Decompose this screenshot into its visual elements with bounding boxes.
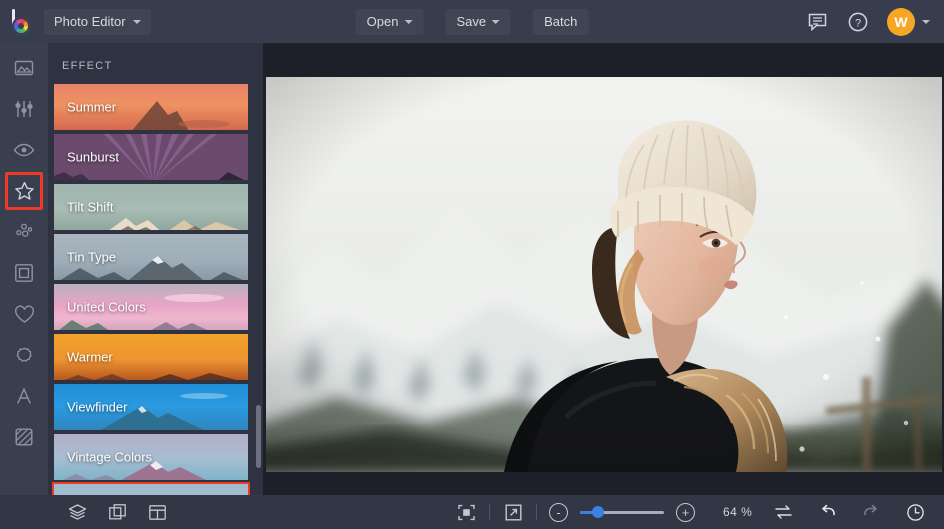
save-button[interactable]: Save	[445, 9, 511, 35]
sidebar-item-touchup[interactable]	[5, 131, 43, 169]
zoom-level-label: 64 %	[723, 505, 752, 519]
effect-label: Tilt Shift	[67, 200, 113, 215]
zoom-slider[interactable]	[580, 511, 664, 514]
open-button-label: Open	[367, 14, 399, 29]
save-button-label: Save	[456, 14, 486, 29]
crop-icon[interactable]	[106, 501, 128, 523]
header-right-cluster: ? W	[805, 8, 944, 36]
app-body: EFFECT Summer	[0, 43, 944, 495]
effect-label: Vintage Colors	[67, 450, 152, 465]
effect-label: Warmer	[67, 350, 113, 365]
panel-title: EFFECT	[48, 43, 263, 82]
history-icon[interactable]	[904, 501, 926, 523]
sidebar-item-effects[interactable]	[5, 172, 43, 210]
effect-label: Viewfinder	[67, 400, 127, 415]
canvas-area[interactable]	[263, 43, 944, 495]
bottom-left-tools	[48, 501, 168, 523]
batch-button-label: Batch	[544, 14, 577, 29]
undo-icon[interactable]	[816, 501, 838, 523]
list-item[interactable]: Tin Type	[52, 232, 250, 282]
effects-scrollbar[interactable]	[256, 73, 261, 493]
tool-rail	[0, 43, 48, 495]
bottom-toolbar: - + 64 %	[0, 495, 944, 529]
product-menu-button[interactable]: Photo Editor	[44, 9, 151, 35]
feedback-chat-icon[interactable]	[805, 10, 829, 34]
list-item[interactable]: Warmer	[52, 332, 250, 382]
svg-text:?: ?	[855, 17, 861, 29]
layers-icon[interactable]	[66, 501, 88, 523]
product-menu-label: Photo Editor	[54, 14, 126, 29]
befunky-color-wheel-logo-icon	[9, 9, 35, 35]
header-actions: Open Save Batch	[356, 9, 589, 35]
zoom-slider-knob[interactable]	[592, 506, 604, 518]
chevron-down-icon	[492, 20, 500, 24]
list-item[interactable]: Tilt Shift	[52, 182, 250, 232]
divider	[489, 504, 490, 520]
fullscreen-icon[interactable]	[502, 501, 524, 523]
app-header: Photo Editor Open Save Batch	[0, 0, 944, 43]
app-logo[interactable]	[0, 9, 44, 35]
sidebar-item-edit[interactable]	[5, 90, 43, 128]
help-icon[interactable]: ?	[846, 10, 870, 34]
user-avatar[interactable]: W	[887, 8, 930, 36]
bottom-right-tools	[772, 501, 944, 523]
open-button[interactable]: Open	[356, 9, 424, 35]
effect-label: United Colors	[67, 300, 146, 315]
layout-icon[interactable]	[146, 501, 168, 523]
list-item[interactable]: Summer	[52, 82, 250, 132]
sidebar-item-frames[interactable]	[5, 254, 43, 292]
list-item[interactable]: Winter	[52, 482, 250, 495]
zoom-slider-track[interactable]	[580, 511, 664, 514]
list-item[interactable]: Viewfinder	[52, 382, 250, 432]
sidebar-item-graphics[interactable]	[5, 336, 43, 374]
list-item[interactable]: Sunburst	[52, 132, 250, 182]
list-item[interactable]: Vintage Colors	[52, 432, 250, 482]
effect-label: Sunburst	[67, 150, 119, 165]
divider	[536, 504, 537, 520]
zoom-in-button[interactable]: +	[676, 503, 695, 522]
sidebar-item-text[interactable]	[5, 377, 43, 415]
list-item[interactable]: United Colors	[52, 282, 250, 332]
effect-label: Tin Type	[67, 250, 116, 265]
redo-icon[interactable]	[860, 501, 882, 523]
sidebar-item-textures[interactable]	[5, 418, 43, 456]
compare-toggle-icon[interactable]	[772, 501, 794, 523]
sidebar-item-image[interactable]	[5, 49, 43, 87]
chevron-down-icon	[404, 20, 412, 24]
scrollbar-thumb[interactable]	[256, 405, 261, 468]
effect-thumbnail-winter	[54, 484, 248, 495]
fit-to-screen-icon[interactable]	[455, 501, 477, 523]
avatar-initial: W	[887, 8, 915, 36]
editing-photo[interactable]	[266, 77, 942, 472]
zoom-out-button[interactable]: -	[549, 503, 568, 522]
photo-editor-app: Photo Editor Open Save Batch	[0, 0, 944, 529]
zoom-controls: - + 64 %	[455, 501, 752, 523]
effect-label: Summer	[67, 100, 116, 115]
chevron-down-icon	[133, 20, 141, 24]
effects-list: Summer Sunbu	[48, 82, 263, 495]
sidebar-item-overlays[interactable]	[5, 295, 43, 333]
chevron-down-icon	[922, 20, 930, 24]
effects-panel: EFFECT Summer	[48, 43, 263, 495]
batch-button[interactable]: Batch	[533, 9, 588, 35]
sidebar-item-artsy[interactable]	[5, 213, 43, 251]
